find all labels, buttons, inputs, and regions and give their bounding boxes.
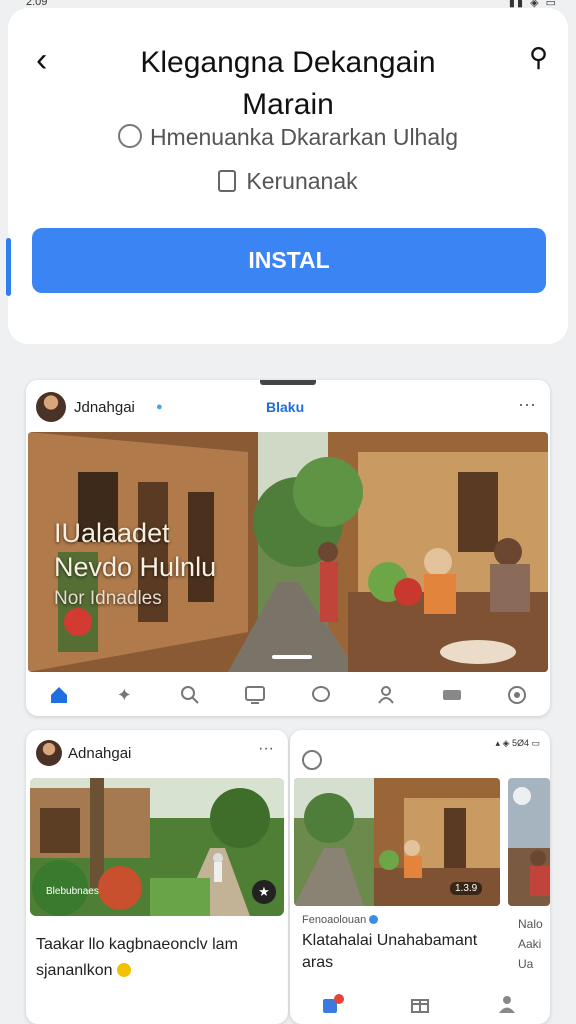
bookmark-icon: ★ (252, 880, 276, 904)
camera-notch (260, 380, 316, 385)
smile-icon (116, 963, 131, 977)
chat-icon (308, 682, 334, 708)
app-header-card: ‹ Klegangna Dekangain Marain ⚲ Hmenuanka… (6, 8, 568, 344)
profile-icon (494, 991, 520, 1017)
app-title: Klegangna Dekangain Marain (140, 46, 436, 121)
category-name: Kerunanak (246, 168, 358, 194)
category-row[interactable]: Kerunanak (8, 168, 568, 195)
post-caption-text: Taakar llo kagbnaeonclv lam sjananlkon (36, 936, 238, 979)
side-caption: Nalo Aaki Ua (518, 917, 543, 971)
profile-icon (373, 682, 399, 708)
overlay-line-3: Nor Idnadles (54, 588, 162, 609)
settings-icon (504, 682, 530, 708)
notification-icon (320, 991, 346, 1017)
post-subtitle-text: Fenoaolouan (302, 914, 367, 926)
video-icon (439, 682, 465, 708)
search-icon (177, 682, 203, 708)
home-icon (46, 682, 72, 708)
developer-name: Hmenuanka Dkararkan Ulhalg (149, 124, 459, 150)
app-screenshot-1[interactable]: Jdnahgai ● Blaku ··· IUalaadet Nevdo Hul… (26, 380, 550, 716)
share-icon[interactable]: ⚲ (529, 42, 548, 73)
camera-icon (302, 750, 322, 770)
verified-icon: ● (156, 401, 163, 413)
explore-icon: ✦ (116, 684, 132, 705)
post-subtitle: Fenoaolouan (302, 914, 379, 926)
install-button[interactable]: INSTAL (32, 228, 546, 293)
back-icon[interactable]: ‹ (36, 40, 47, 80)
post-caption: Taakar llo kagbnaeonclv lam sjananlkon (36, 932, 280, 984)
bottom-nav (290, 984, 550, 1024)
post-tagline: Blaku (266, 399, 305, 415)
more-icon: ··· (518, 394, 536, 414)
photo-badge: 1.3.9 (450, 882, 483, 895)
tv-icon (242, 682, 268, 708)
carousel-indicator (272, 655, 312, 659)
verified-icon (369, 915, 379, 924)
village-photo: IUalaadet Nevdo Hulnlu Nor Idnadles (28, 432, 548, 672)
app-screenshot-2[interactable]: Adnahgai ··· Blebubnaes ★ Taakar llo kag… (26, 730, 288, 1024)
post-username: Jdnahgai (74, 399, 135, 416)
status-time: 2:09 (26, 0, 48, 8)
category-icon (218, 170, 237, 192)
post-username: Adnahgai (68, 745, 132, 762)
gift-icon (407, 991, 433, 1017)
side-photo (508, 778, 550, 906)
avatar (36, 392, 66, 422)
app-screenshot-3[interactable]: ▴ ◈ 5Ø4 ▭ 1.3.9 Fenoaolouan Klatahalai U… (290, 730, 550, 1024)
overlay-line-2: Nevdo Hulnlu (54, 552, 217, 582)
avatar (36, 740, 62, 766)
developer-icon (117, 124, 142, 148)
overlay-line-1: IUalaadet (54, 518, 170, 548)
photo-caption: Blebubnaes (46, 886, 99, 897)
focus-indicator (6, 238, 11, 296)
developer-row[interactable]: Hmenuanka Dkararkan Ulhalg (8, 124, 568, 151)
mini-status-bar: ▴ ◈ 5Ø4 ▭ (495, 738, 540, 748)
more-icon: ··· (258, 740, 274, 757)
bottom-nav: ✦ (26, 674, 550, 716)
post-caption: Klatahalai Unahabamant aras (302, 932, 478, 971)
